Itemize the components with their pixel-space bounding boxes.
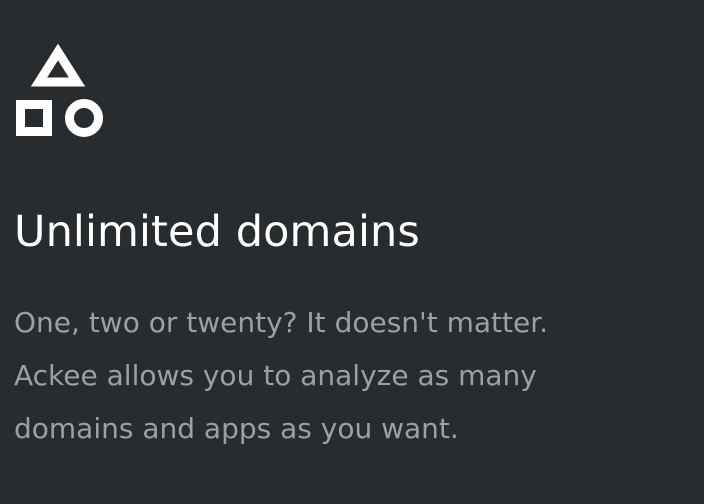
feature-card: Unlimited domains One, two or twenty? It… [0,0,704,504]
description-line: domains and apps as you want. [14,412,459,445]
description-line: Ackee allows you to analyze as many [14,359,537,392]
feature-description: One, two or twenty? It doesn't matter. A… [14,296,684,455]
description-line: One, two or twenty? It doesn't matter. [14,306,549,339]
feature-title: Unlimited domains [14,207,420,257]
shapes-icon [16,44,103,137]
